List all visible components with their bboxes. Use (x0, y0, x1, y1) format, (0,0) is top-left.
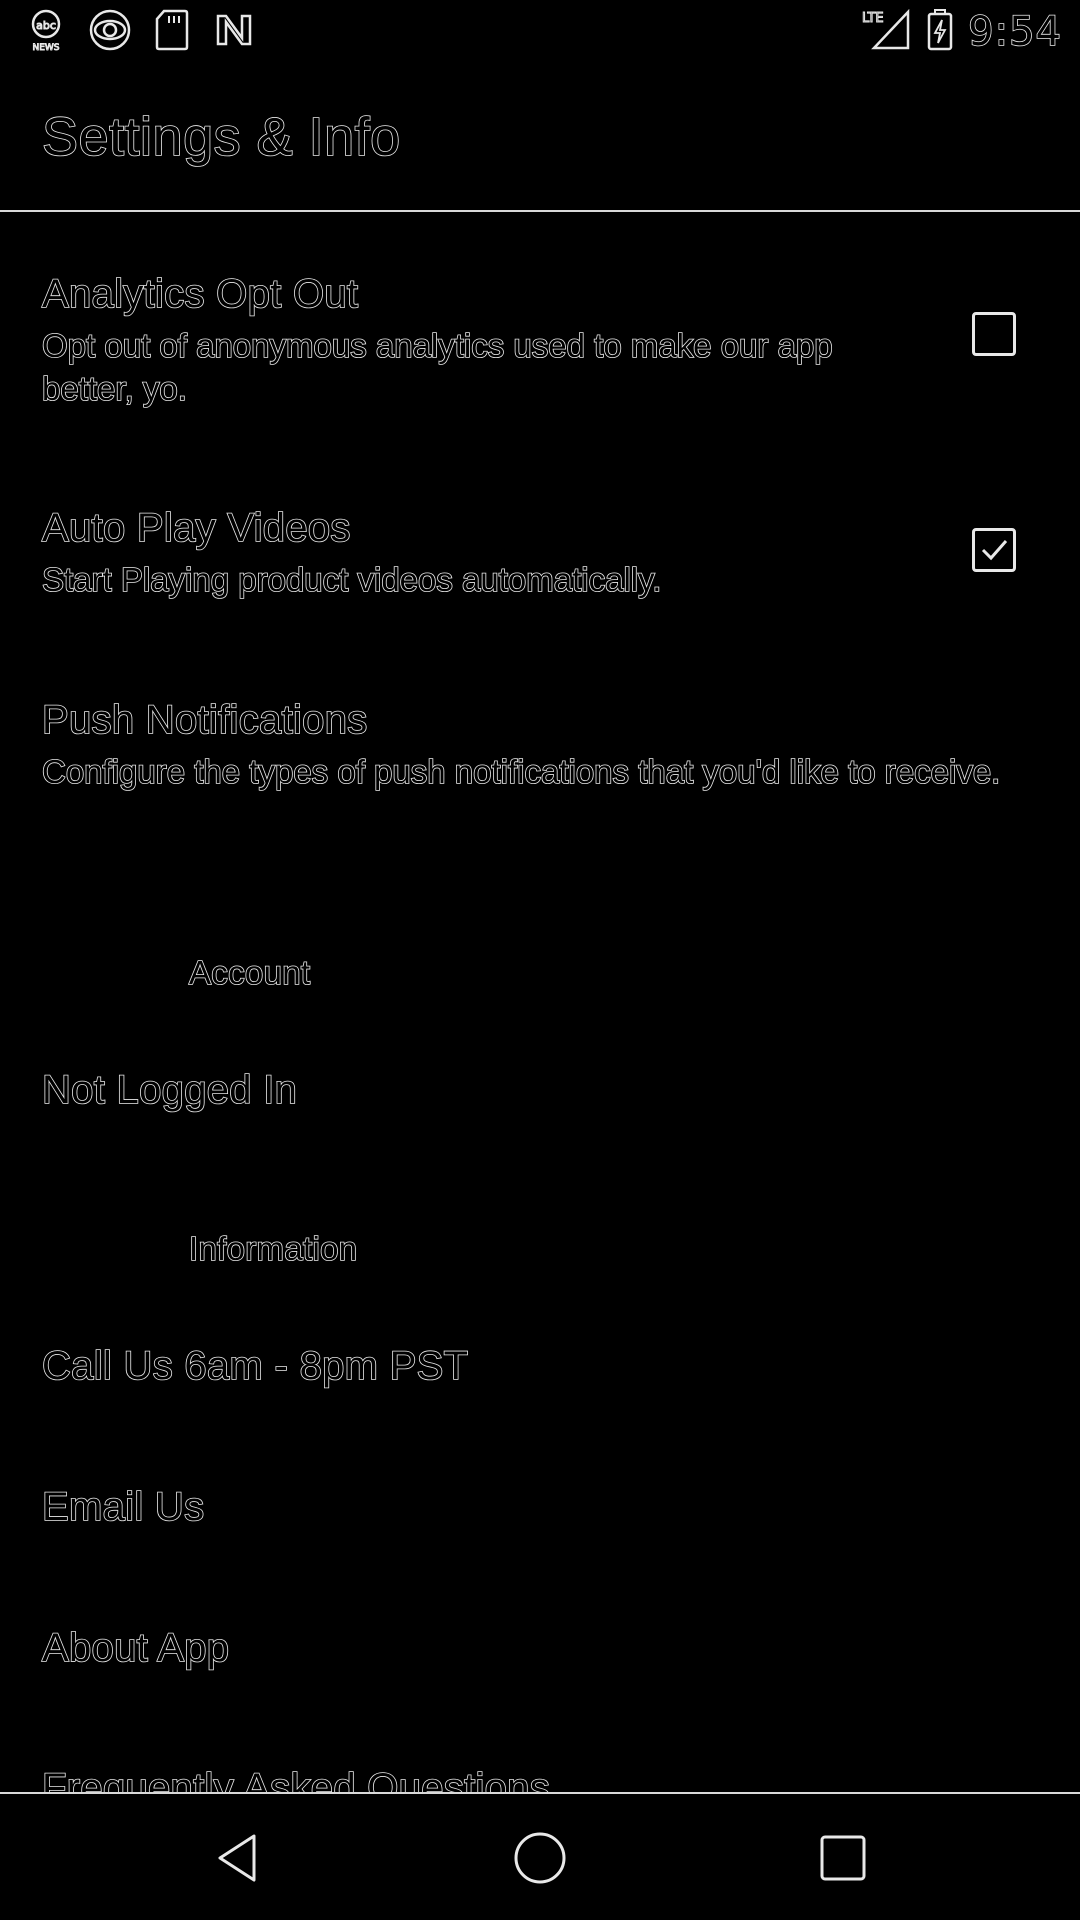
system-status: LTE 9:54 (860, 8, 1062, 56)
cbs-icon (88, 8, 132, 57)
pref-push-notifications[interactable]: Push Notifications Configure the types o… (41, 696, 1042, 793)
recents-button[interactable] (807, 1822, 879, 1894)
pref-title: Auto Play Videos (41, 505, 351, 551)
back-button[interactable] (202, 1822, 274, 1894)
recents-icon (820, 1835, 866, 1881)
email-us-item[interactable]: Email Us (41, 1484, 205, 1530)
svg-text:abc: abc (36, 19, 56, 32)
category-information: Information (188, 1229, 358, 1268)
pref-summary: Opt out of anonymous analytics used to m… (41, 326, 833, 408)
notification-icons: abc NEWS (26, 8, 256, 57)
page-title: Settings & Info (41, 106, 401, 168)
category-account: Account (188, 953, 311, 992)
status-bar: abc NEWS LTE 9:54 (0, 0, 1080, 64)
checkmark-icon (981, 540, 1008, 561)
n-app-icon (212, 8, 256, 57)
pref-title: Analytics Opt Out (41, 271, 359, 317)
pref-summary: Configure the types of push notification… (41, 752, 1001, 791)
pref-auto-play-videos[interactable]: Auto Play Videos Start Playing product v… (41, 504, 1042, 601)
lte-signal-icon: LTE (860, 8, 912, 57)
auto-play-videos-checkbox[interactable] (972, 528, 1016, 572)
home-icon (514, 1832, 566, 1884)
home-button[interactable] (504, 1822, 576, 1894)
clock: 9:54 (967, 8, 1062, 56)
settings-list[interactable]: Analytics Opt Out Opt out of anonymous a… (0, 212, 1080, 1792)
about-app-item[interactable]: About App (41, 1625, 230, 1671)
account-status[interactable]: Not Logged In (41, 1067, 298, 1113)
pref-summary: Start Playing product videos automatical… (41, 560, 662, 599)
settings-screen: abc NEWS LTE 9:54 Settings & Info Analyt… (0, 0, 1080, 1920)
svg-text:NEWS: NEWS (32, 43, 59, 52)
pref-analytics-opt-out[interactable]: Analytics Opt Out Opt out of anonymous a… (41, 270, 1042, 410)
pref-title: Push Notifications (41, 697, 368, 743)
sd-card-icon (154, 8, 190, 57)
app-bar: Settings & Info (0, 64, 1080, 212)
battery-charging-icon (926, 8, 954, 57)
navigation-bar (0, 1792, 1080, 1920)
call-us-item[interactable]: Call Us 6am - 8pm PST (41, 1343, 469, 1389)
analytics-opt-out-checkbox[interactable] (972, 312, 1016, 356)
svg-text:LTE: LTE (862, 11, 884, 26)
back-icon (218, 1834, 256, 1882)
abc-news-icon: abc NEWS (26, 8, 66, 57)
faq-item[interactable]: Frequently Asked Questions (41, 1765, 550, 1792)
